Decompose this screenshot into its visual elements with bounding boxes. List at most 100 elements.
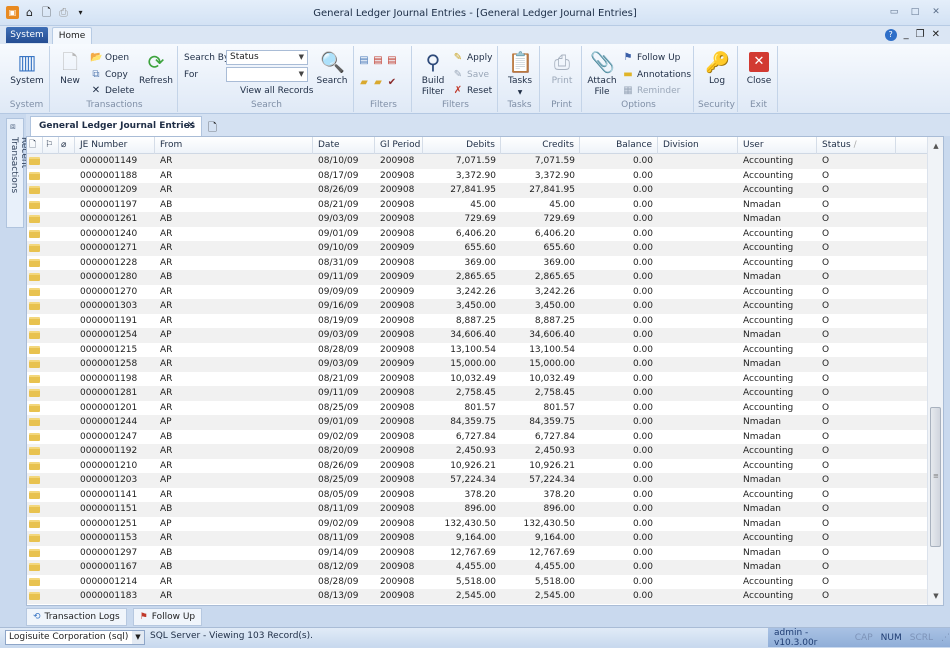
folder-icon[interactable] bbox=[29, 171, 40, 180]
folder-icon[interactable] bbox=[29, 157, 40, 165]
folder-icon[interactable] bbox=[29, 200, 40, 209]
table-row[interactable]: 0000001209 AR 08/26/09 200908 27,841.95 27,84… bbox=[27, 183, 927, 198]
table-row[interactable]: 0000001141 AR 08/05/09 200908 378.20 378.20 0.… bbox=[27, 488, 927, 503]
column-credits[interactable]: Credits bbox=[501, 137, 580, 154]
folder-icon[interactable] bbox=[29, 186, 40, 194]
table-row[interactable]: 0000001214 AR 08/28/09 200908 5,518.00 5,518.… bbox=[27, 575, 927, 590]
attachment-column-icon[interactable]: ⌀ bbox=[59, 137, 75, 154]
table-row[interactable]: 0000001240 AR 09/01/09 200908 6,406.20 6,406.… bbox=[27, 227, 927, 242]
view-all-records-button[interactable]: View all Records bbox=[240, 84, 313, 98]
folder-icon[interactable] bbox=[29, 229, 40, 238]
reset-filter-button[interactable]: ✗ Reset bbox=[452, 84, 492, 98]
folder-icon[interactable] bbox=[29, 461, 40, 470]
user-check-icon[interactable]: ✔ bbox=[386, 77, 398, 89]
scrollbar-thumb[interactable]: ≡ bbox=[930, 407, 941, 547]
folder-icon[interactable] bbox=[29, 215, 40, 223]
folder-icon[interactable] bbox=[29, 577, 40, 586]
tab-transaction-logs[interactable]: ⟲ Transaction Logs bbox=[26, 608, 127, 626]
mdi-minimize-button[interactable]: _ bbox=[904, 29, 909, 41]
folder-icon[interactable] bbox=[29, 403, 40, 412]
log-button[interactable]: 🔑 Log bbox=[700, 50, 734, 87]
folder-icon[interactable] bbox=[29, 287, 40, 296]
annotations-button[interactable]: ▬ Annotations bbox=[622, 68, 691, 82]
table-row[interactable]: 0000001191 AR 08/19/09 200908 8,887.25 8,887.… bbox=[27, 314, 927, 329]
maximize-button[interactable]: □ bbox=[909, 7, 921, 17]
refresh-button[interactable]: ⟳ Refresh bbox=[138, 50, 174, 87]
scroll-down-icon[interactable]: ▼ bbox=[928, 589, 943, 603]
table-row[interactable]: 0000001192 AR 08/20/09 200908 2,450.93 2,450.… bbox=[27, 444, 927, 459]
filter-add-icon[interactable]: ▤ bbox=[372, 55, 384, 67]
folder-icon[interactable] bbox=[29, 490, 40, 499]
column-gl-period[interactable]: Gl Period bbox=[375, 137, 423, 154]
close-window-button[interactable]: ✕ bbox=[930, 7, 942, 17]
folder-icon[interactable] bbox=[29, 389, 40, 397]
table-row[interactable]: 0000001215 AR 08/28/09 200908 13,100.54 13,10… bbox=[27, 343, 927, 358]
folder-icon[interactable] bbox=[29, 519, 40, 528]
column-status[interactable]: Status / bbox=[817, 137, 896, 154]
search-by-select[interactable]: Status ▼ bbox=[226, 50, 308, 65]
column-je-number[interactable]: JE Number bbox=[75, 137, 155, 154]
help-icon[interactable]: ? bbox=[884, 29, 897, 41]
column-from[interactable]: From bbox=[155, 137, 313, 154]
mdi-restore-button[interactable]: ❐ bbox=[916, 29, 925, 41]
follow-up-button[interactable]: ⚑ Follow Up bbox=[622, 51, 681, 65]
table-row[interactable]: 0000001303 AR 09/16/09 200908 3,450.00 3,450.… bbox=[27, 299, 927, 314]
tab-follow-up[interactable]: ⚑ Follow Up bbox=[132, 608, 203, 626]
for-select[interactable]: ▼ bbox=[226, 67, 308, 82]
new-button[interactable]: 🗋 New bbox=[56, 50, 84, 87]
vertical-scrollbar[interactable]: ▲ ≡ ▼ bbox=[927, 137, 943, 605]
column-division[interactable]: Division bbox=[658, 137, 738, 154]
attach-file-button[interactable]: 📎 Attach File bbox=[586, 50, 618, 98]
table-row[interactable]: 0000001167 AB 08/12/09 200908 4,455.00 4,455.… bbox=[27, 560, 927, 575]
folder-icon[interactable] bbox=[29, 432, 40, 441]
folder-icon[interactable] bbox=[29, 258, 40, 267]
copy-button[interactable]: ⧉ Copy bbox=[90, 68, 127, 82]
build-filter-button[interactable]: ⚲ Build Filter bbox=[418, 50, 448, 98]
table-row[interactable]: 0000001188 AR 08/17/09 200908 3,372.90 3,372.… bbox=[27, 169, 927, 184]
filter-view-icon[interactable]: ▤ bbox=[358, 55, 370, 67]
print-button[interactable]: ⎙ Print bbox=[546, 50, 578, 87]
table-row[interactable]: 0000001151 AB 08/11/09 200908 896.00 896.00 0.… bbox=[27, 502, 927, 517]
open-button[interactable]: 📂 Open bbox=[90, 51, 129, 65]
scroll-up-icon[interactable]: ▲ bbox=[928, 139, 943, 153]
table-row[interactable]: 0000001244 AP 09/01/09 200908 84,359.75 84,35… bbox=[27, 415, 927, 430]
table-row[interactable]: 0000001281 AR 09/11/09 200908 2,758.45 2,758.… bbox=[27, 386, 927, 401]
recent-transactions-panel[interactable]: ⧈ Recent Transactions bbox=[6, 118, 29, 228]
resize-grip-icon[interactable]: ⋰ bbox=[941, 633, 950, 643]
folder-icon[interactable] bbox=[29, 563, 40, 571]
new-column-icon[interactable]: 🗋 bbox=[27, 137, 43, 154]
folder-icon[interactable] bbox=[29, 548, 40, 557]
folder-icon[interactable] bbox=[29, 244, 40, 252]
folder-icon[interactable]: ▰ bbox=[372, 77, 384, 89]
company-select[interactable]: Logisuite Corporation (sql) (C ▼ bbox=[5, 630, 145, 645]
close-tab-icon[interactable]: ✕ bbox=[187, 117, 195, 135]
table-row[interactable]: 0000001228 AR 08/31/09 200908 369.00 369.00 0.… bbox=[27, 256, 927, 271]
flag-column-icon[interactable]: ⚐ bbox=[43, 137, 59, 154]
tab-home[interactable]: Home bbox=[52, 27, 92, 44]
search-button[interactable]: 🔍 Search bbox=[314, 50, 350, 87]
table-row[interactable]: 0000001149 AR 08/10/09 200908 7,071.59 7,071.… bbox=[27, 154, 927, 169]
table-row[interactable]: 0000001271 AR 09/10/09 200909 655.60 655.60 0.… bbox=[27, 241, 927, 256]
table-row[interactable]: 0000001210 AR 08/26/09 200908 10,926.21 10,92… bbox=[27, 459, 927, 474]
minimize-button[interactable]: ▭ bbox=[888, 7, 900, 17]
folder-icon[interactable] bbox=[29, 345, 40, 354]
folder-icon[interactable] bbox=[29, 592, 40, 600]
delete-button[interactable]: ✕ Delete bbox=[90, 84, 135, 98]
table-row[interactable]: 0000001261 AB 09/03/09 200908 729.69 729.69 0.… bbox=[27, 212, 927, 227]
tasks-button[interactable]: 📋 Tasks ▼ bbox=[504, 50, 536, 98]
table-row[interactable]: 0000001247 AB 09/02/09 200908 6,727.84 6,727.… bbox=[27, 430, 927, 445]
folder-icon[interactable] bbox=[29, 316, 40, 325]
folder-icon[interactable] bbox=[29, 418, 40, 426]
table-row[interactable]: 0000001198 AR 08/21/09 200908 10,032.49 10,03… bbox=[27, 372, 927, 387]
folder-icon[interactable] bbox=[29, 360, 40, 368]
folder-icon[interactable] bbox=[29, 273, 40, 281]
save-filter-button[interactable]: ✎ Save bbox=[452, 68, 489, 82]
table-row[interactable]: 0000001254 AP 09/03/09 200908 34,606.40 34,60… bbox=[27, 328, 927, 343]
column-balance[interactable]: Balance bbox=[580, 137, 658, 154]
folder-icon[interactable] bbox=[29, 302, 40, 310]
table-row[interactable]: 0000001251 AP 09/02/09 200908 132,430.50 132,… bbox=[27, 517, 927, 532]
close-button[interactable]: ✕ Close bbox=[743, 50, 775, 87]
column-user[interactable]: User bbox=[738, 137, 817, 154]
filter-remove-icon[interactable]: ▤ bbox=[386, 55, 398, 67]
table-row[interactable]: 0000001201 AR 08/25/09 200908 801.57 801.57 0.… bbox=[27, 401, 927, 416]
